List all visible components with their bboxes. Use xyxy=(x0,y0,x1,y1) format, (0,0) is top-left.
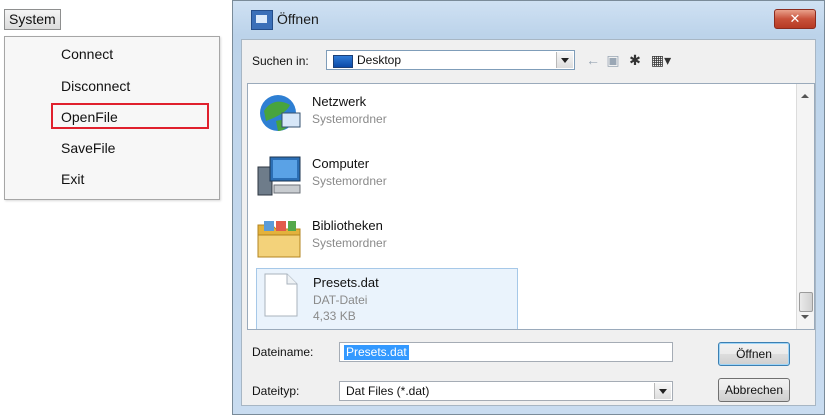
libraries-folder-icon xyxy=(257,221,301,258)
menu-item-disconnect[interactable]: Disconnect xyxy=(61,76,130,96)
cancel-button[interactable]: Abbrechen xyxy=(718,378,790,402)
chevron-down-icon[interactable] xyxy=(556,52,573,68)
list-item[interactable]: Netzwerk Systemordner xyxy=(256,88,518,144)
item-type: DAT-Datei xyxy=(313,293,368,307)
item-type: Systemordner xyxy=(312,174,387,188)
look-in-combobox[interactable]: Desktop xyxy=(326,50,575,70)
list-item[interactable]: Bibliotheken Systemordner xyxy=(256,212,518,268)
new-folder-icon[interactable]: ✱ xyxy=(626,52,644,68)
filetype-combobox[interactable]: Dat Files (*.dat) xyxy=(339,381,673,401)
file-list[interactable]: Netzwerk Systemordner Computer Systemord… xyxy=(247,83,815,330)
network-icon xyxy=(260,95,301,131)
file-icon xyxy=(264,273,298,317)
dialog-titlebar: Öffnen ✕ xyxy=(233,1,824,31)
dialog-app-icon xyxy=(251,10,273,30)
item-type: Systemordner xyxy=(312,236,387,250)
open-file-dialog: Öffnen ✕ Suchen in: Desktop ← ▣ ✱ ▦▾ Net… xyxy=(232,0,825,415)
dialog-client-area: Suchen in: Desktop ← ▣ ✱ ▦▾ Netzwerk Sys… xyxy=(241,39,816,406)
scroll-down-icon[interactable] xyxy=(801,315,809,319)
scroll-up-icon[interactable] xyxy=(801,94,809,98)
item-name: Netzwerk xyxy=(312,94,367,109)
item-name: Bibliotheken xyxy=(312,218,383,233)
menu-item-connect[interactable]: Connect xyxy=(61,44,113,64)
view-menu-icon[interactable]: ▦▾ xyxy=(648,52,674,68)
item-name: Computer xyxy=(312,156,370,171)
look-in-label: Suchen in: xyxy=(252,54,309,68)
list-item-selected[interactable]: Presets.dat DAT-Datei 4,33 KB xyxy=(256,268,518,329)
menu-item-savefile[interactable]: SaveFile xyxy=(61,138,115,158)
item-type: Systemordner xyxy=(312,112,387,126)
system-dropdown-menu: Connect Disconnect OpenFile SaveFile Exi… xyxy=(4,36,220,200)
item-name: Presets.dat xyxy=(313,275,379,290)
filename-value: Presets.dat xyxy=(344,345,409,360)
item-size: 4,33 KB xyxy=(313,309,356,323)
scroll-thumb[interactable] xyxy=(799,292,813,312)
system-menu-button[interactable]: System xyxy=(4,9,61,30)
open-button[interactable]: Öffnen xyxy=(718,342,790,366)
openfile-highlight-box xyxy=(51,103,209,129)
look-in-value: Desktop xyxy=(357,53,402,67)
dialog-title: Öffnen xyxy=(277,11,319,27)
menu-item-exit[interactable]: Exit xyxy=(61,169,84,189)
up-folder-icon[interactable]: ▣ xyxy=(604,52,622,68)
filetype-label: Dateityp: xyxy=(252,384,300,398)
filename-input[interactable]: Presets.dat xyxy=(339,342,673,362)
computer-icon xyxy=(257,156,301,196)
chevron-down-icon[interactable] xyxy=(654,383,671,399)
desktop-icon xyxy=(333,55,353,68)
back-arrow-icon[interactable]: ← xyxy=(584,52,602,68)
filename-label: Dateiname: xyxy=(252,345,314,359)
close-button[interactable]: ✕ xyxy=(774,9,816,29)
filetype-value: Dat Files (*.dat) xyxy=(346,384,430,398)
list-item[interactable]: Computer Systemordner xyxy=(256,150,518,206)
vertical-scrollbar[interactable] xyxy=(796,84,814,329)
